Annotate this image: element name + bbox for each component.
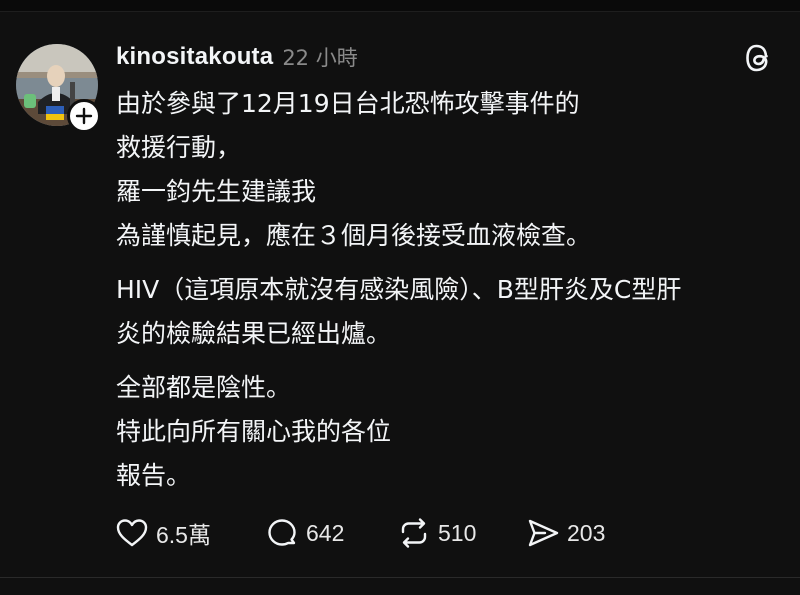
heart-icon bbox=[116, 519, 148, 547]
follow-plus-button[interactable] bbox=[67, 99, 101, 133]
repost-count: 510 bbox=[438, 519, 477, 546]
speech-bubble-icon bbox=[268, 519, 296, 546]
paragraph: HIV（這項原本就沒有感染風險）、B型肝炎及C型肝 炎的檢驗結果已經出爐。 bbox=[116, 268, 786, 356]
text-line: 救援行動， bbox=[116, 133, 242, 162]
share-count: 203 bbox=[567, 519, 606, 546]
text-line: 羅一鈞先生建議我 bbox=[116, 177, 317, 206]
reply-button[interactable]: 642 bbox=[264, 514, 396, 552]
text-line: 報告。 bbox=[116, 461, 192, 490]
repost-arrows-icon bbox=[401, 518, 427, 548]
share-button[interactable]: 203 bbox=[525, 514, 635, 552]
threads-logo-icon[interactable] bbox=[744, 42, 776, 74]
top-divider bbox=[0, 0, 800, 12]
paragraph: 全部都是陰性。 特此向所有關心我的各位 報告。 bbox=[116, 366, 786, 498]
plus-icon bbox=[75, 107, 93, 125]
post-body: 由於參與了12月19日台北恐怖攻擊事件的 救援行動， 羅一鈞先生建議我 為謹慎起… bbox=[116, 82, 786, 498]
post-timestamp[interactable]: 22 小時 bbox=[282, 42, 357, 72]
post-header: kinositakouta 22 小時 bbox=[116, 40, 358, 74]
username-link[interactable]: kinositakouta bbox=[116, 43, 273, 71]
reply-count: 642 bbox=[306, 519, 345, 546]
bottom-divider bbox=[0, 577, 800, 578]
send-icon bbox=[528, 519, 559, 547]
author-avatar-container[interactable] bbox=[16, 44, 101, 133]
text-line: 由於參與了12月19日台北恐怖攻擊事件的 bbox=[116, 89, 580, 118]
text-line: 為謹慎起見，應在３個月後接受血液檢查。 bbox=[116, 221, 592, 250]
text-line: HIV（這項原本就沒有感染風險）、B型肝炎及C型肝 bbox=[116, 275, 682, 304]
like-button[interactable]: 6.5萬 bbox=[114, 514, 264, 552]
repost-button[interactable]: 510 bbox=[396, 514, 525, 552]
text-line: 炎的檢驗結果已經出爐。 bbox=[116, 319, 392, 348]
post-actions: 6.5萬 642 510 203 bbox=[114, 514, 635, 552]
like-count: 6.5萬 bbox=[156, 522, 211, 548]
text-line: 全部都是陰性。 bbox=[116, 373, 292, 402]
text-line: 特此向所有關心我的各位 bbox=[116, 417, 392, 446]
paragraph: 由於參與了12月19日台北恐怖攻擊事件的 救援行動， 羅一鈞先生建議我 為謹慎起… bbox=[116, 82, 786, 258]
